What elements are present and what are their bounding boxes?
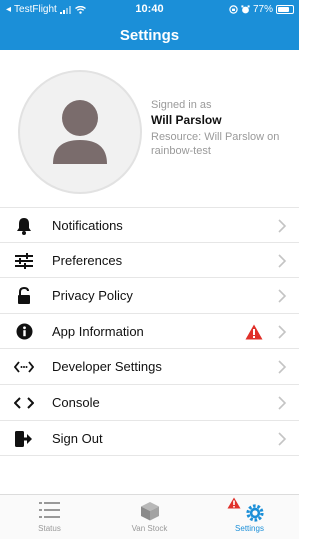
tab-label: Settings bbox=[235, 524, 264, 533]
menu-item-console[interactable]: Console bbox=[0, 385, 299, 421]
chevron-right-icon bbox=[278, 219, 287, 233]
rotation-lock-icon bbox=[229, 5, 238, 14]
signed-in-label: Signed in as bbox=[151, 99, 212, 111]
lock-icon bbox=[14, 287, 34, 305]
battery-icon bbox=[276, 5, 294, 14]
tab-settings[interactable]: Settings bbox=[200, 495, 299, 539]
app-header: ◂ TestFlight 10:40 77% Settings bbox=[0, 0, 299, 50]
warning-icon bbox=[245, 324, 263, 340]
chevron-right-icon bbox=[278, 325, 287, 339]
person-icon bbox=[53, 100, 107, 164]
chevron-right-icon bbox=[278, 254, 287, 268]
menu-item-label: Console bbox=[52, 394, 100, 410]
alarm-icon bbox=[241, 5, 250, 14]
menu-item-label: Preferences bbox=[52, 252, 123, 268]
box-icon bbox=[100, 501, 199, 521]
tab-label: Status bbox=[38, 524, 61, 533]
list-icon bbox=[0, 501, 99, 521]
status-bar: ◂ TestFlight 10:40 77% bbox=[0, 0, 299, 20]
avatar[interactable] bbox=[18, 70, 142, 194]
tab-status[interactable]: Status bbox=[0, 495, 99, 539]
sign-out-icon bbox=[14, 430, 34, 448]
battery-percent: 77% bbox=[252, 4, 273, 15]
menu-item-label: Sign Out bbox=[52, 430, 103, 446]
tab-van-stock[interactable]: Van Stock bbox=[100, 495, 199, 539]
tab-label: Van Stock bbox=[131, 524, 168, 533]
menu-item-label: App Information bbox=[52, 323, 144, 339]
menu-item-label: Notifications bbox=[52, 218, 123, 233]
chevron-right-icon bbox=[278, 289, 287, 303]
menu-item-sign-out[interactable]: Sign Out bbox=[0, 421, 299, 457]
chevron-right-icon bbox=[278, 396, 287, 410]
tab-icon-wrapper bbox=[200, 501, 299, 522]
console-icon bbox=[14, 394, 34, 412]
info-icon bbox=[14, 323, 34, 341]
menu-item-label: Privacy Policy bbox=[52, 288, 133, 304]
menu-item-app-information[interactable]: App Information bbox=[0, 314, 299, 350]
menu-item-developer-settings[interactable]: Developer Settings bbox=[0, 349, 299, 385]
battery-fill bbox=[278, 7, 289, 12]
menu-item-preferences[interactable]: Preferences bbox=[0, 243, 299, 279]
warning-icon bbox=[227, 497, 241, 509]
user-name: Will Parslow bbox=[151, 113, 222, 127]
menu-item-privacy-policy[interactable]: Privacy Policy bbox=[0, 278, 299, 314]
code-arrows-icon bbox=[14, 358, 34, 376]
tab-bar: Status Van Stock Settings bbox=[0, 494, 299, 539]
status-right: 77% bbox=[229, 4, 294, 15]
bell-icon bbox=[14, 217, 34, 235]
chevron-right-icon bbox=[278, 360, 287, 374]
menu-item-label: Developer Settings bbox=[52, 359, 162, 375]
settings-menu: Notifications Preferences Privacy Policy bbox=[0, 207, 299, 457]
sliders-icon bbox=[14, 252, 34, 270]
menu-item-notifications[interactable]: Notifications bbox=[0, 207, 299, 243]
page-title: Settings bbox=[119, 27, 180, 44]
chevron-right-icon bbox=[278, 431, 287, 446]
profile-section: Signed in as Will Parslow Resource: Will… bbox=[0, 50, 299, 202]
resource-label: Resource: Will Parslow on rainbow-test bbox=[151, 131, 280, 157]
